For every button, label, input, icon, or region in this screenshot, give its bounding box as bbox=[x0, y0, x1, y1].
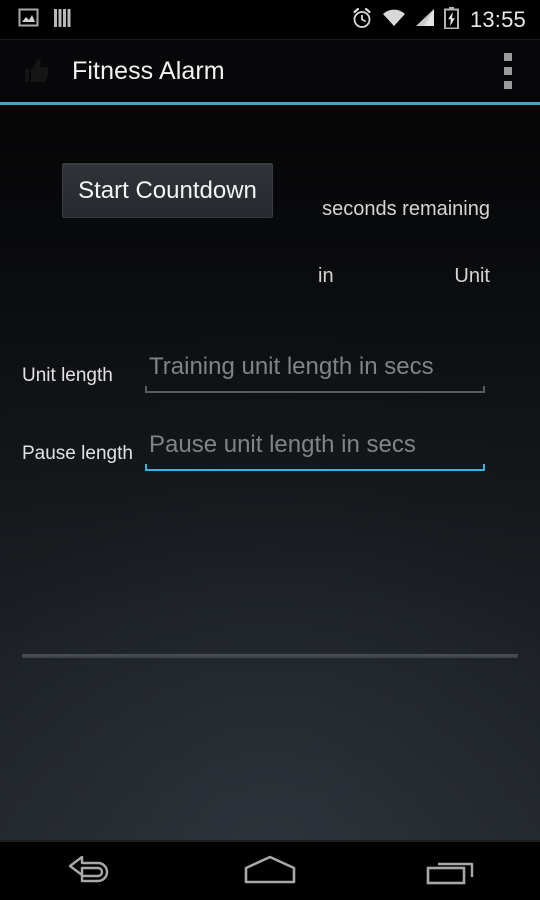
unit-length-underline bbox=[145, 386, 485, 393]
overflow-menu-icon[interactable] bbox=[498, 43, 518, 99]
in-label: in bbox=[318, 265, 334, 287]
android-screen: 13:55 Fitness Alarm Start Countdown seco… bbox=[0, 0, 540, 900]
status-bar-clock: 13:55 bbox=[469, 7, 526, 32]
wifi-icon bbox=[382, 8, 406, 32]
unit-label: Unit bbox=[454, 265, 490, 287]
main-content: Start Countdown seconds remaining in Uni… bbox=[0, 105, 540, 840]
alarm-clock-icon bbox=[351, 7, 373, 34]
pause-length-label: Pause length bbox=[22, 443, 133, 464]
unit-progress-row: in Unit bbox=[0, 265, 540, 295]
action-bar: Fitness Alarm bbox=[0, 40, 540, 102]
pause-length-field-wrap bbox=[145, 427, 485, 473]
countdown-row: Start Countdown seconds remaining bbox=[0, 163, 540, 223]
overflow-dot bbox=[504, 53, 512, 61]
seconds-remaining-group: seconds remaining bbox=[312, 198, 490, 221]
thumbs-up-icon[interactable] bbox=[20, 54, 54, 88]
status-bar-left-icons bbox=[0, 8, 73, 33]
overflow-dot bbox=[504, 81, 512, 89]
recents-button[interactable] bbox=[390, 840, 510, 900]
page-title: Fitness Alarm bbox=[72, 56, 225, 85]
seconds-remaining-label: seconds remaining bbox=[322, 198, 490, 220]
unit-length-field-wrap bbox=[145, 349, 485, 395]
battery-charging-icon bbox=[443, 6, 459, 34]
pause-length-row: Pause length bbox=[0, 425, 540, 473]
unit-length-label: Unit length bbox=[22, 365, 113, 386]
back-button[interactable] bbox=[30, 840, 150, 900]
home-button[interactable] bbox=[210, 840, 330, 900]
pause-length-input[interactable] bbox=[145, 427, 485, 467]
unit-length-row: Unit length bbox=[0, 347, 540, 395]
start-countdown-button[interactable]: Start Countdown bbox=[62, 163, 273, 218]
pause-length-underline bbox=[145, 464, 485, 471]
overflow-dot bbox=[504, 67, 512, 75]
sim-card-icon bbox=[53, 8, 73, 33]
unit-length-input[interactable] bbox=[145, 349, 485, 389]
gallery-image-icon bbox=[18, 8, 39, 32]
status-bar-right-icons: 13:55 bbox=[351, 6, 540, 34]
navigation-bar bbox=[0, 840, 540, 900]
content-divider bbox=[22, 654, 518, 658]
cellular-signal-icon bbox=[415, 8, 435, 32]
status-bar: 13:55 bbox=[0, 0, 540, 40]
